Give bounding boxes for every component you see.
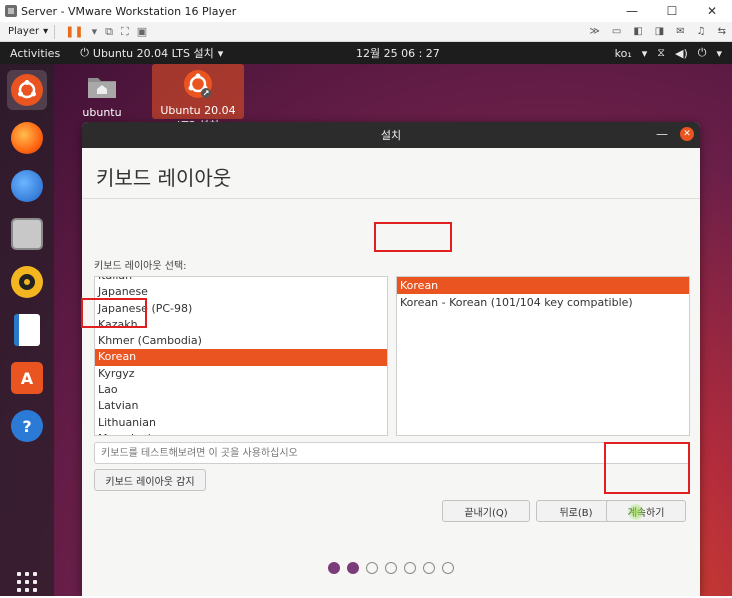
layout-list-item[interactable]: Latvian xyxy=(95,398,387,414)
variant-list-item[interactable]: Korean - Korean (101/104 key compatible) xyxy=(397,294,689,311)
page-title: 키보드 레이아웃 xyxy=(96,166,232,190)
ubuntu-logo-icon xyxy=(11,74,43,106)
dock-help[interactable]: ? xyxy=(7,406,47,446)
player-menu-label: Player xyxy=(8,26,40,37)
drive-icon[interactable]: ▭ xyxy=(612,26,621,37)
fit-guest-icon[interactable]: ⛶ xyxy=(121,25,129,39)
dock-writer[interactable] xyxy=(7,310,47,350)
dock-ubuntu-installer[interactable] xyxy=(7,70,47,110)
app-menu-label: Ubuntu 20.04 LTS 설치 xyxy=(92,47,214,60)
progress-dot xyxy=(328,562,340,574)
detect-layout-button[interactable]: 키보드 레이아웃 감지 xyxy=(94,469,206,491)
layout-list-item[interactable]: Khmer (Cambodia) xyxy=(95,333,387,349)
hdd-icon[interactable]: ◧ xyxy=(633,26,642,37)
installer-titlebar: 설치 — ✕ xyxy=(82,122,700,148)
vmware-titlebar: Server - VMware Workstation 16 Player — … xyxy=(0,0,732,22)
keyboard-test-input[interactable] xyxy=(94,442,690,464)
minimize-icon[interactable]: — xyxy=(656,127,668,141)
layout-list-item[interactable]: Lithuanian xyxy=(95,415,387,431)
keyboard-layout-list[interactable]: ItalianJapaneseJapanese (PC-98)KazakhKhm… xyxy=(94,276,388,436)
message-icon[interactable]: ✉ xyxy=(676,26,684,37)
installer-window: 설치 — ✕ 키보드 레이아웃 키보드 레이아웃 선택: ItalianJapa… xyxy=(82,122,700,596)
layout-list-caption: 키보드 레이아웃 선택: xyxy=(94,261,187,272)
layout-list-item[interactable]: Lao xyxy=(95,382,387,398)
clock[interactable]: 12월 25 06 : 27 xyxy=(356,45,440,61)
chevron-down-icon: ▾ xyxy=(217,46,224,60)
dock-files[interactable] xyxy=(7,214,47,254)
maximize-button[interactable]: ☐ xyxy=(652,0,692,22)
chevron-down-icon: ▾ xyxy=(43,26,49,37)
usb-icon[interactable]: ⇆ xyxy=(718,26,726,37)
layout-list-item[interactable]: Kyrgyz xyxy=(95,366,387,382)
desktop-icon-installer[interactable]: Ubuntu 20.04 LTS 설치 xyxy=(152,64,244,132)
power-icon: ⏻ xyxy=(80,46,89,59)
continue-button[interactable]: 계속하기 xyxy=(606,500,686,522)
layout-list-item[interactable]: Korean xyxy=(95,349,387,366)
progress-dot xyxy=(347,562,359,574)
layout-list-item[interactable]: Japanese xyxy=(95,284,387,300)
dock-rhythmbox[interactable] xyxy=(7,262,47,302)
layout-list-item[interactable]: Italian xyxy=(95,277,387,284)
layout-list-item[interactable]: Japanese (PC-98) xyxy=(95,301,387,317)
vmware-toolbar: Player ▾ ❚❚ ▾ ⧉ ⛶ ▣ ≫ ▭ ◧ ◨ ✉ ♫ ⇆ xyxy=(0,22,732,42)
minimize-button[interactable]: — xyxy=(612,0,652,22)
sound-icon[interactable]: ♫ xyxy=(697,26,706,37)
divider xyxy=(82,198,700,199)
thunderbird-icon xyxy=(11,170,43,202)
input-method-indicator[interactable]: ko₁ xyxy=(615,47,632,60)
rhythmbox-icon xyxy=(11,266,43,298)
forward-icon[interactable]: ≫ xyxy=(589,26,599,37)
toolbar-divider xyxy=(54,24,56,39)
player-menu[interactable]: Player ▾ xyxy=(8,26,48,37)
ubuntu-top-bar: Activities ⏻ Ubuntu 20.04 LTS 설치 ▾ 12월 2… xyxy=(0,42,732,64)
progress-dot xyxy=(442,562,454,574)
layout-list-item[interactable]: Macedonian xyxy=(95,431,387,435)
vmware-window-title: Server - VMware Workstation 16 Player xyxy=(21,4,237,18)
app-menu[interactable]: ⏻ Ubuntu 20.04 LTS 설치 ▾ xyxy=(80,45,223,61)
close-icon[interactable]: ✕ xyxy=(680,127,694,141)
chevron-down-icon: ▾ xyxy=(641,46,648,60)
vmware-app-icon xyxy=(5,5,17,17)
network-icon[interactable]: ◨ xyxy=(655,26,664,37)
close-button[interactable]: ✕ xyxy=(692,0,732,22)
dock-thunderbird[interactable] xyxy=(7,166,47,206)
progress-dot xyxy=(423,562,435,574)
variant-list-item[interactable]: Korean xyxy=(397,277,689,294)
chevron-down-icon[interactable]: ▾ xyxy=(92,25,98,38)
send-ctrl-alt-del-icon[interactable]: ⧉ xyxy=(105,25,113,39)
desktop-icon-home[interactable]: ubuntu xyxy=(56,70,148,119)
activities-button[interactable]: Activities xyxy=(10,47,60,60)
chevron-down-icon: ▾ xyxy=(716,46,722,60)
home-folder-icon xyxy=(84,70,120,102)
dock: A ? xyxy=(0,64,54,596)
click-indicator xyxy=(628,504,644,520)
layout-list-item[interactable]: Kazakh xyxy=(95,317,387,333)
installer-window-title: 설치 xyxy=(380,129,402,142)
unity-icon[interactable]: ▣ xyxy=(137,25,147,38)
ubuntu-desktop: Activities ⏻ Ubuntu 20.04 LTS 설치 ▾ 12월 2… xyxy=(0,42,732,596)
network-icon: ⧖ xyxy=(657,46,665,59)
back-button[interactable]: 뒤로(B) xyxy=(536,500,616,522)
power-icon: ⏻ xyxy=(697,46,707,59)
dock-software[interactable]: A xyxy=(7,358,47,398)
progress-dot xyxy=(366,562,378,574)
writer-icon xyxy=(14,314,40,346)
keyboard-variant-list[interactable]: Korean Korean - Korean (101/104 key compa… xyxy=(396,276,690,436)
progress-dots xyxy=(328,562,454,574)
pause-icon[interactable]: ❚❚ xyxy=(65,25,83,38)
ubuntu-installer-icon xyxy=(180,68,216,100)
volume-icon: ◀) xyxy=(675,46,688,60)
progress-dot xyxy=(404,562,416,574)
quit-button[interactable]: 끝내기(Q) xyxy=(442,500,530,522)
firefox-icon xyxy=(11,122,43,154)
help-icon: ? xyxy=(11,410,43,442)
desktop-icon-label: ubuntu xyxy=(82,106,122,119)
dock-firefox[interactable] xyxy=(7,118,47,158)
system-tray[interactable]: ko₁ ▾ ⧖ ◀) ⏻ ▾ xyxy=(615,46,722,60)
files-icon xyxy=(11,218,43,250)
show-applications-icon[interactable] xyxy=(17,572,37,592)
progress-dot xyxy=(385,562,397,574)
software-store-icon: A xyxy=(11,362,43,394)
